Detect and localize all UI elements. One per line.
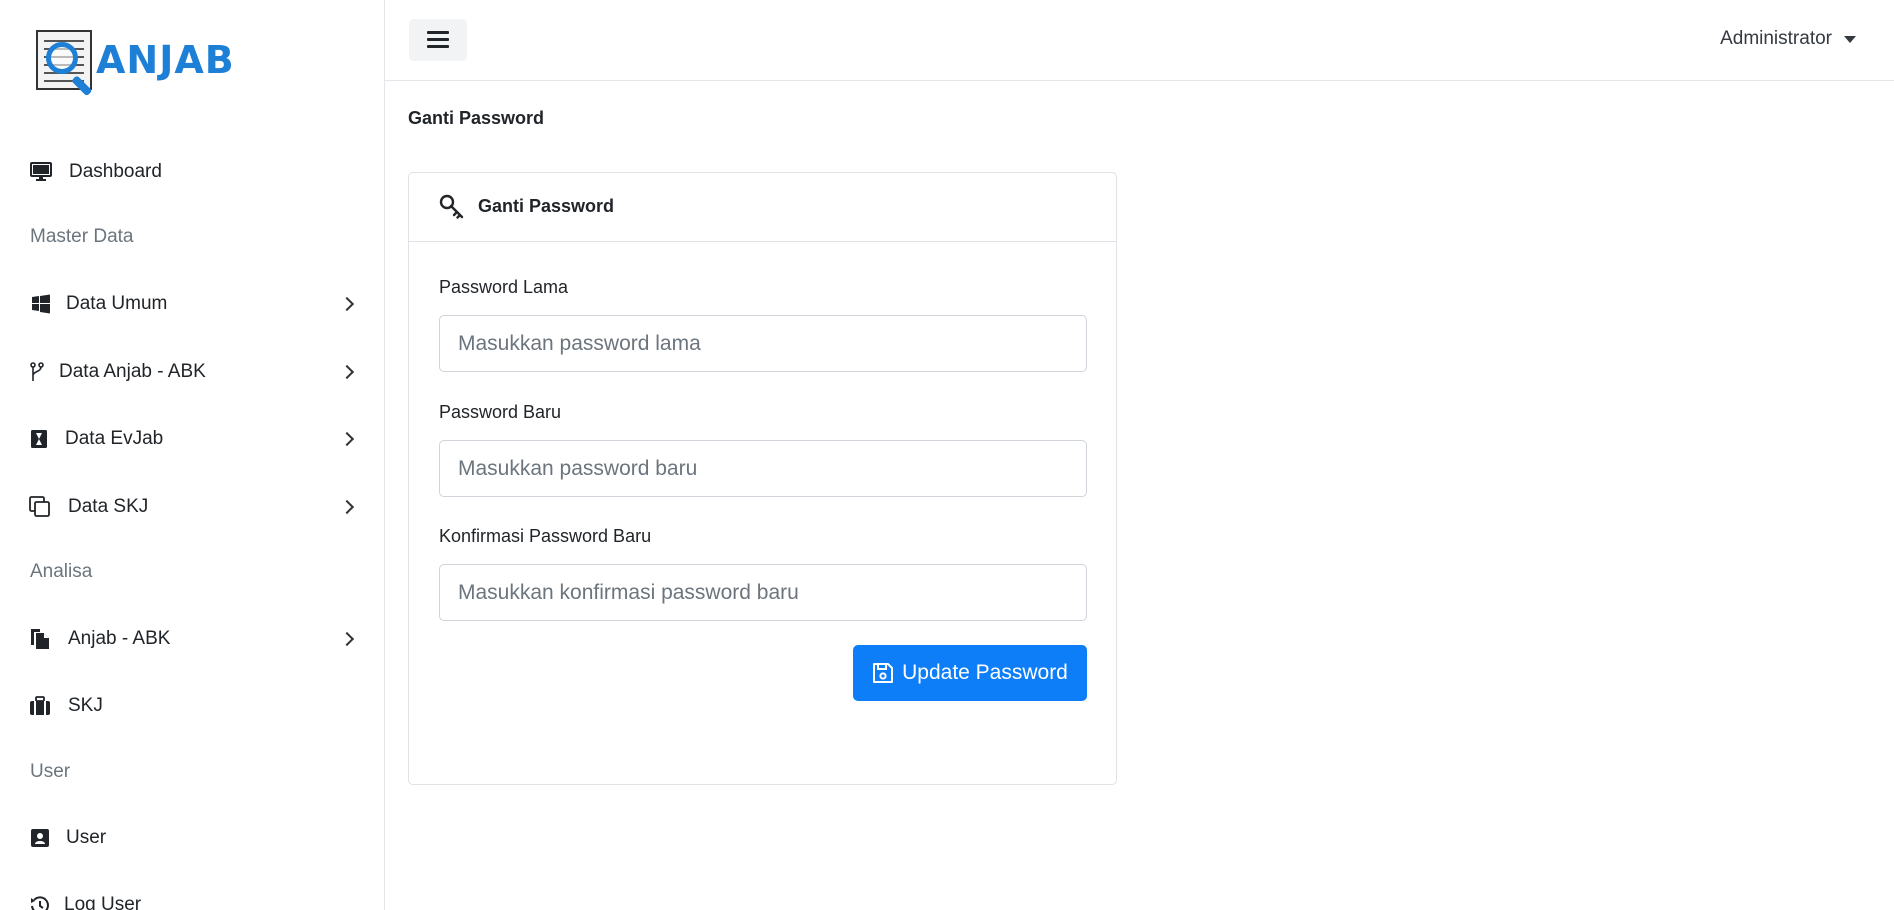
logo-text: ANJAB <box>96 38 235 82</box>
confirm-password-label: Konfirmasi Password Baru <box>439 526 652 546</box>
sidebar-item-label: User <box>66 827 107 848</box>
sidebar-toggle-button[interactable] <box>409 19 467 61</box>
git-branch-icon <box>26 361 48 383</box>
sidebar-item-label: Anjab - ABK <box>68 628 171 649</box>
section-header-user: User <box>30 761 71 782</box>
new-password-input[interactable] <box>439 440 1087 497</box>
copy-icon <box>29 496 51 518</box>
user-name: Administrator <box>1720 28 1832 49</box>
sidebar-item-user[interactable]: User <box>0 818 384 858</box>
update-password-label: Update Password <box>902 661 1068 684</box>
sidebar-item-skj[interactable]: SKJ <box>0 686 384 726</box>
sidebar-item-anjab-abk[interactable]: Anjab - ABK <box>0 619 384 659</box>
confirm-password-input[interactable] <box>439 564 1087 621</box>
update-password-button[interactable]: Update Password <box>853 645 1087 701</box>
sidebar-item-label: SKJ <box>68 695 103 716</box>
old-password-input[interactable] <box>439 315 1087 372</box>
key-icon <box>439 194 465 220</box>
sidebar-item-label: Data EvJab <box>65 428 164 449</box>
sidebar-item-data-umum[interactable]: Data Umum <box>0 284 384 324</box>
topbar: Administrator <box>385 0 1894 81</box>
windows-icon <box>30 293 52 315</box>
logo-document-icon <box>36 30 93 97</box>
sidebar-item-data-evjab[interactable]: Data EvJab <box>0 419 384 459</box>
sidebar-item-label: Data Umum <box>66 293 168 314</box>
change-password-card: Ganti Password Password Lama Password Ba… <box>408 172 1117 785</box>
sidebar-item-data-anjab-abk[interactable]: Data Anjab - ABK <box>0 352 384 392</box>
card-title: Ganti Password <box>478 196 615 216</box>
user-menu-dropdown[interactable]: Administrator <box>1720 28 1856 50</box>
section-header-master-data: Master Data <box>30 226 134 247</box>
page-title: Ganti Password <box>408 108 545 128</box>
sidebar-item-log-user[interactable]: Log User <box>0 885 384 910</box>
contact-book-icon <box>29 827 51 849</box>
sidebar-item-dashboard[interactable]: Dashboard <box>0 152 384 192</box>
hamburger-icon <box>427 31 449 34</box>
sidebar: ANJAB Dashboard Master Data Data Umum Da… <box>0 0 385 910</box>
sidebar-item-label: Dashboard <box>69 161 162 182</box>
monitor-icon <box>30 161 52 183</box>
hourglass-icon <box>28 428 50 450</box>
chevron-right-icon <box>339 296 355 312</box>
history-icon <box>29 894 51 910</box>
caret-down-icon <box>1844 35 1856 43</box>
save-icon <box>872 662 894 684</box>
sidebar-item-label: Log User <box>64 894 142 910</box>
files-icon <box>29 628 51 650</box>
magnifier-icon <box>46 42 78 74</box>
sidebar-item-data-skj[interactable]: Data SKJ <box>0 487 384 527</box>
card-header: Ganti Password <box>409 173 1116 242</box>
sidebar-item-label: Data SKJ <box>68 496 149 517</box>
chevron-right-icon <box>339 631 355 647</box>
briefcase-icon <box>29 695 51 717</box>
app-logo[interactable]: ANJAB <box>36 30 235 97</box>
new-password-label: Password Baru <box>439 402 562 422</box>
old-password-label: Password Lama <box>439 277 569 297</box>
section-header-analisa: Analisa <box>30 561 93 582</box>
chevron-right-icon <box>339 431 355 447</box>
chevron-right-icon <box>339 499 355 515</box>
sidebar-item-label: Data Anjab - ABK <box>59 361 206 382</box>
chevron-right-icon <box>339 364 355 380</box>
